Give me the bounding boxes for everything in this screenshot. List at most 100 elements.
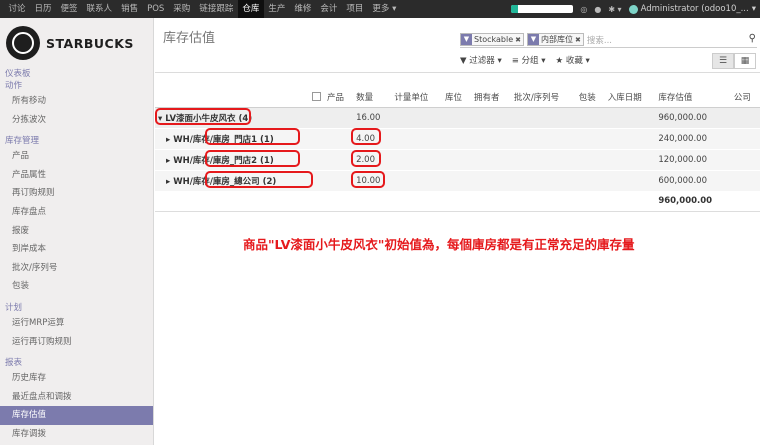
sidebar-section-title: 库存管理: [5, 136, 40, 147]
row-valuation: 120,000.00: [655, 149, 731, 171]
sidebar-item[interactable]: 再订购规则: [0, 184, 153, 203]
sidebar-item[interactable]: 库存盘点: [0, 203, 153, 222]
total-valuation: 960,000.00: [655, 191, 731, 212]
favorites-dropdown[interactable]: ★ 收藏 ▾: [556, 54, 590, 66]
sidebar-nav: 仪表板 动作 所有移动 分拣波次库存管理 产品 产品属性 再订购规则 库存盘点 报废 到岸成本 批次…: [0, 68, 153, 445]
row-quantity: 4.00: [353, 128, 392, 150]
group-label: ▾ LV漆面小牛皮风衣 (4): [155, 107, 354, 129]
table-row[interactable]: ▸ WH/库存/庫房_門店1 (1) 4.00 240,000.00: [155, 128, 760, 150]
col-incoming-date[interactable]: 入库日期: [604, 88, 656, 108]
facet-internal-location[interactable]: ▼ 内部库位 ✖: [527, 33, 584, 46]
col-package[interactable]: 包装: [575, 88, 605, 108]
top-navbar: 讨论 日历 便签 联系人 销售 POS 采购 链接跟踪 仓库 生产 维修 会计 项目 更多 ▾ ◎ ● ✱…: [0, 0, 760, 18]
col-quantity[interactable]: 数量: [353, 88, 392, 108]
search-bar[interactable]: ▼ Stockable ✖ ▼ 内部库位 ✖ 搜索... ⚲: [460, 32, 757, 48]
sidebar-section-title[interactable]: 仪表板: [0, 68, 153, 80]
table-row[interactable]: ▸ WH/库存/庫房_門店2 (1) 2.00 120,000.00: [155, 149, 760, 171]
main-menu-item[interactable]: POS: [143, 0, 169, 18]
header-spacer: [155, 88, 309, 108]
sidebar-item[interactable]: 所有移动: [0, 92, 153, 111]
sidebar-item[interactable]: 到岸成本: [0, 240, 153, 259]
sidebar-item[interactable]: 分拣波次: [0, 111, 153, 130]
row-label: ▸ WH/库存/庫房_門店2 (1): [155, 149, 354, 171]
col-company[interactable]: 公司: [730, 88, 760, 108]
camera-icon[interactable]: ◎: [580, 5, 587, 14]
annotation-text: 商品"LV漆面小牛皮风衣"初始值為，每個庫房都是有正常充足的庫存量: [243, 237, 635, 252]
col-product[interactable]: 产品: [324, 88, 354, 108]
gear-icon[interactable]: ✱ ▾: [608, 5, 621, 14]
sidebar-item[interactable]: 产品: [0, 147, 153, 166]
progress-fill: [511, 5, 518, 13]
total-row: 960,000.00: [155, 191, 760, 212]
filter-icon: ▼: [528, 34, 539, 45]
sidebar-item[interactable]: 运行MRP运算: [0, 314, 153, 333]
row-quantity: 10.00: [353, 170, 392, 192]
sidebar-section-title: 计划: [5, 302, 23, 313]
sidebar-item[interactable]: 库存估值: [0, 406, 153, 425]
company-logo[interactable]: STARBUCKS: [0, 18, 153, 68]
select-all-checkbox[interactable]: [309, 88, 324, 108]
row-valuation: 240,000.00: [655, 128, 731, 150]
sidebar: STARBUCKS 仪表板 动作 所有移动 分拣波次 库存管理 产品 产品属性 再订购规则 库存…: [0, 18, 154, 445]
sidebar-item[interactable]: 报废: [0, 222, 153, 241]
row-quantity: 2.00: [353, 149, 392, 171]
col-uom[interactable]: 计量单位: [391, 88, 442, 108]
brand-name: STARBUCKS: [46, 35, 134, 51]
main-menu-item[interactable]: 销售: [117, 0, 143, 18]
group-quantity: 16.00: [353, 107, 392, 129]
page-title: 库存估值: [163, 31, 216, 46]
sidebar-item[interactable]: 包装: [0, 277, 153, 296]
starbucks-emblem-icon: [6, 26, 40, 60]
filter-icon: ▼: [461, 34, 472, 45]
main-menu-item[interactable]: 讨论: [4, 0, 30, 18]
main-content: 库存估值 ▼ Stockable ✖ ▼ 内部库位 ✖ 搜索... ⚲ ▼ 过滤器 ▾ …: [155, 18, 760, 445]
col-lot[interactable]: 批次/序列号: [510, 88, 576, 108]
control-panel: 库存估值 ▼ Stockable ✖ ▼ 内部库位 ✖ 搜索... ⚲ ▼ 过滤器 ▾ …: [155, 18, 760, 73]
sidebar-item[interactable]: 运行再订购规则: [0, 333, 153, 352]
main-menu-item[interactable]: 便签: [56, 0, 82, 18]
sidebar-section-title: 动作: [5, 81, 23, 91]
progress-bar: [511, 5, 574, 13]
search-options: ▼ 过滤器 ▾ ≡ 分组 ▾ ★ 收藏 ▾: [460, 54, 590, 66]
main-menu-item[interactable]: 仓库: [237, 0, 264, 18]
search-input[interactable]: 搜索...: [587, 34, 612, 46]
table-header: 产品 数量 计量单位 库位 拥有者 批次/序列号 包装 入库日期 库存估值 公司: [155, 88, 760, 108]
row-label: ▸ WH/库存/庫房_門店1 (1): [155, 128, 354, 150]
user-menu[interactable]: Administrator (odoo10_... ▾: [628, 4, 756, 14]
sidebar-section-title: 报表: [5, 358, 23, 369]
main-menu: 讨论 日历 便签 联系人 销售 POS 采购 链接跟踪 仓库 生产 维修 会计 项目 更多 ▾: [0, 0, 401, 18]
sidebar-item[interactable]: 历史库存: [0, 369, 153, 388]
row-label: ▸ WH/库存/庫房_總公司 (2): [155, 170, 354, 192]
group-row[interactable]: ▾ LV漆面小牛皮风衣 (4) 16.00 960,000.00: [155, 107, 760, 129]
col-valuation[interactable]: 库存估值: [655, 88, 731, 108]
main-menu-item[interactable]: 生产: [264, 0, 290, 18]
chat-icon[interactable]: ●: [594, 5, 601, 14]
sidebar-item[interactable]: 产品属性: [0, 166, 153, 185]
col-owner[interactable]: 拥有者: [471, 88, 511, 108]
main-menu-item[interactable]: 维修: [290, 0, 316, 18]
sidebar-item[interactable]: 最近盘点和调拨: [0, 388, 153, 407]
remove-facet-icon[interactable]: ✖: [575, 36, 583, 44]
valuation-table: 产品 数量 计量单位 库位 拥有者 批次/序列号 包装 入库日期 库存估值 公司…: [155, 88, 760, 212]
sidebar-item[interactable]: 库存调拨: [0, 425, 153, 444]
search-icon[interactable]: ⚲: [749, 33, 756, 44]
group-valuation: 960,000.00: [655, 107, 731, 129]
filters-dropdown[interactable]: ▼ 过滤器 ▾: [460, 54, 502, 66]
col-location[interactable]: 库位: [441, 88, 471, 108]
table-row[interactable]: ▸ WH/库存/庫房_總公司 (2) 10.00 600,000.00: [155, 170, 760, 192]
main-menu-item[interactable]: 项目: [342, 0, 368, 18]
main-menu-item[interactable]: 采购: [169, 0, 195, 18]
sidebar-item[interactable]: 批次/序列号: [0, 259, 153, 278]
main-menu-item[interactable]: 链接跟踪: [195, 0, 238, 18]
main-menu-item[interactable]: 会计: [316, 0, 342, 18]
list-view-icon[interactable]: ☰: [712, 53, 734, 69]
remove-facet-icon[interactable]: ✖: [515, 36, 523, 44]
main-menu-item[interactable]: 联系人: [82, 0, 117, 18]
grid-view-icon[interactable]: ▦: [734, 53, 756, 69]
main-menu-item[interactable]: 日历: [30, 0, 56, 18]
group-by-dropdown[interactable]: ≡ 分组 ▾: [512, 54, 546, 66]
main-menu-item[interactable]: 更多 ▾: [368, 0, 401, 18]
systray: ◎ ● ✱ ▾ Administrator (odoo10_... ▾: [511, 0, 756, 18]
facet-stockable[interactable]: ▼ Stockable ✖: [460, 33, 524, 46]
user-name: Administrator (odoo10_...: [640, 4, 749, 14]
